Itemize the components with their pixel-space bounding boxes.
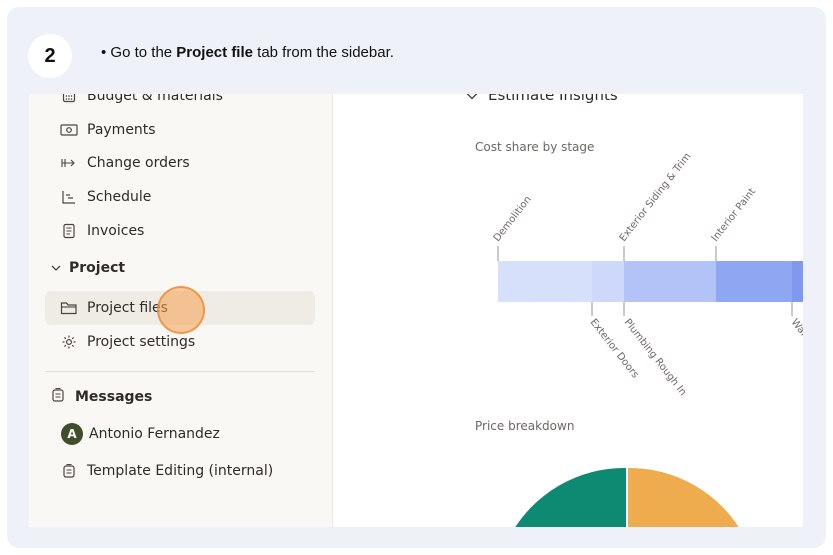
schedule-icon: [59, 187, 79, 207]
avatar: A: [61, 423, 83, 445]
sidebar-item-payments[interactable]: Payments: [45, 113, 315, 147]
sidebar-item-budget[interactable]: Budget & materials: [45, 94, 315, 113]
invoice-icon: [59, 221, 79, 241]
sidebar-item-label: Budget & materials: [87, 94, 223, 104]
price-breakdown-pie: [515, 467, 739, 527]
pie-slice-green: [515, 467, 627, 527]
stage-label-plumbing: Plumbing Rough In: [622, 317, 689, 398]
sidebar-item-project-settings[interactable]: Project settings: [45, 325, 315, 359]
message-item-template-editing[interactable]: Template Editing (internal): [45, 454, 315, 488]
section-header-project[interactable]: Project: [51, 260, 125, 276]
cost-share-label: Cost share by stage: [475, 140, 595, 154]
sidebar-item-label: Payments: [87, 122, 156, 138]
message-icon: [51, 387, 65, 407]
bar-segment-demolition: [498, 261, 592, 302]
step-number-badge: 2: [28, 34, 72, 78]
cost-share-chart: Demolition Exterior Siding & Trim Interi…: [492, 154, 803, 398]
sidebar-item-label: Change orders: [87, 155, 190, 171]
bar-segment-interior-paint: [716, 261, 792, 302]
sidebar-item-change-orders[interactable]: Change orders: [45, 146, 315, 180]
stage-label-exterior-siding: Exterior Siding & Trim: [618, 154, 694, 244]
bar-segment-exterior-siding: [624, 261, 716, 302]
instruction-bold: Project file: [176, 44, 253, 61]
message-item-label: Antonio Fernandez: [89, 426, 220, 442]
price-breakdown-label: Price breakdown: [475, 419, 575, 433]
stage-label-wall: Wal: [789, 317, 803, 338]
message-item-label: Template Editing (internal): [87, 463, 274, 479]
step-instruction: • Go to the Project file tab from the si…: [101, 44, 394, 61]
cash-icon: [59, 120, 79, 140]
pie-slice-orange: [627, 467, 739, 527]
step-number: 2: [44, 44, 56, 67]
message-item-antonio[interactable]: A Antonio Fernandez: [45, 417, 315, 451]
main-content: Estimate Insights Cost share by stage De…: [334, 94, 803, 527]
sidebar-item-label: Invoices: [87, 223, 145, 239]
bar-segment-exterior-doors: [592, 261, 624, 302]
gear-icon: [59, 332, 79, 352]
chevron-down-icon: [466, 94, 478, 104]
sidebar-item-label: Schedule: [87, 189, 152, 205]
sidebar-divider: [45, 371, 315, 372]
section-label: Project: [69, 260, 126, 276]
folder-icon: [59, 298, 79, 318]
sidebar-item-label: Project files: [87, 300, 168, 316]
app-screenshot: Budget & materials Payments Change order…: [29, 94, 803, 527]
instruction-prefix: • Go to the: [101, 44, 177, 61]
insights-title: Estimate Insights: [488, 94, 618, 104]
sidebar-item-invoices[interactable]: Invoices: [45, 214, 315, 248]
instruction-suffix: tab from the sidebar.: [253, 44, 394, 61]
calculator-icon: [59, 94, 79, 106]
change-orders-icon: [59, 153, 79, 173]
stage-label-interior-paint: Interior Paint: [710, 186, 758, 244]
message-icon: [59, 461, 79, 481]
chevron-down-icon: [51, 260, 61, 276]
section-label: Messages: [75, 389, 153, 405]
stage-label-demolition: Demolition: [492, 194, 534, 244]
bar-segment-wall: [792, 261, 803, 302]
insights-toggle[interactable]: Estimate Insights: [466, 94, 618, 104]
sidebar: Budget & materials Payments Change order…: [29, 94, 333, 527]
sidebar-item-label: Project settings: [87, 334, 196, 350]
sidebar-item-schedule[interactable]: Schedule: [45, 180, 315, 214]
section-header-messages[interactable]: Messages: [51, 387, 152, 407]
